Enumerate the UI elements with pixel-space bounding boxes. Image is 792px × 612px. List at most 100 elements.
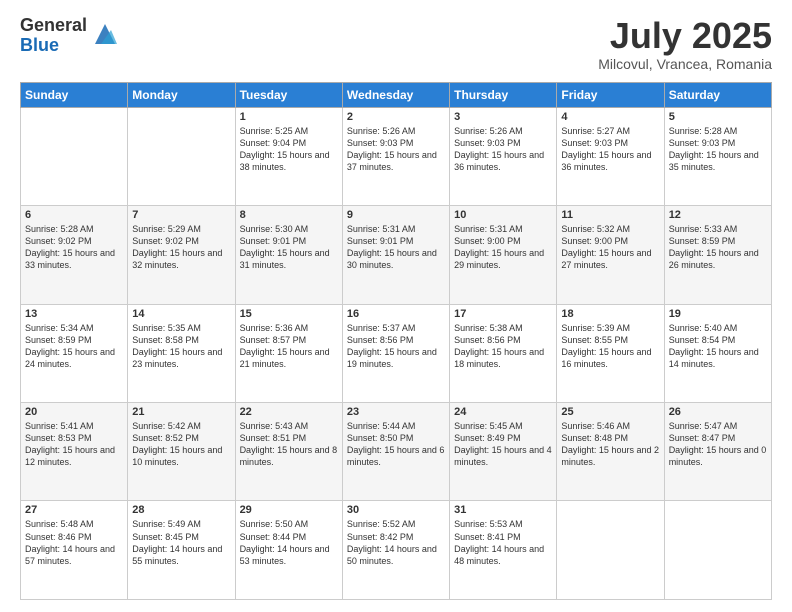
- day-number: 3: [454, 111, 552, 123]
- day-number: 21: [132, 406, 230, 418]
- page: General Blue July 2025 Milcovul, Vrancea…: [0, 0, 792, 612]
- day-number: 24: [454, 406, 552, 418]
- day-info: Sunrise: 5:48 AM Sunset: 8:46 PM Dayligh…: [25, 518, 123, 567]
- day-info: Sunrise: 5:27 AM Sunset: 9:03 PM Dayligh…: [561, 125, 659, 174]
- day-number: 26: [669, 406, 767, 418]
- day-info: Sunrise: 5:29 AM Sunset: 9:02 PM Dayligh…: [132, 223, 230, 272]
- day-number: 5: [669, 111, 767, 123]
- day-info: Sunrise: 5:25 AM Sunset: 9:04 PM Dayligh…: [240, 125, 338, 174]
- col-monday: Monday: [128, 82, 235, 107]
- logo-general: General: [20, 16, 87, 36]
- table-row: 3 Sunrise: 5:26 AM Sunset: 9:03 PM Daylig…: [450, 107, 557, 205]
- table-row: 24 Sunrise: 5:45 AM Sunset: 8:49 PM Dayli…: [450, 403, 557, 501]
- day-info: Sunrise: 5:28 AM Sunset: 9:03 PM Dayligh…: [669, 125, 767, 174]
- calendar-week-row: 13Sunrise: 5:34 AM Sunset: 8:59 PM Dayli…: [21, 304, 772, 402]
- day-info: Sunrise: 5:43 AM Sunset: 8:51 PM Dayligh…: [240, 420, 338, 469]
- day-number: 7: [132, 209, 230, 221]
- table-row: [557, 501, 664, 600]
- table-row: 9 Sunrise: 5:31 AM Sunset: 9:01 PM Daylig…: [342, 206, 449, 304]
- day-info: Sunrise: 5:30 AM Sunset: 9:01 PM Dayligh…: [240, 223, 338, 272]
- day-info: Sunrise: 5:40 AM Sunset: 8:54 PM Dayligh…: [669, 322, 767, 371]
- day-number: 27: [25, 504, 123, 516]
- col-sunday: Sunday: [21, 82, 128, 107]
- table-row: 18 Sunrise: 5:39 AM Sunset: 8:55 PM Dayli…: [557, 304, 664, 402]
- day-info: Sunrise: 5:53 AM Sunset: 8:41 PM Dayligh…: [454, 518, 552, 567]
- table-row: 20 Sunrise: 5:41 AM Sunset: 8:53 PM Dayli…: [21, 403, 128, 501]
- day-number: 9: [347, 209, 445, 221]
- day-info: Sunrise: 5:39 AM Sunset: 8:55 PM Dayligh…: [561, 322, 659, 371]
- col-tuesday: Tuesday: [235, 82, 342, 107]
- day-info: Sunrise: 5:31 AM Sunset: 9:00 PM Dayligh…: [454, 223, 552, 272]
- table-row: 5 Sunrise: 5:28 AM Sunset: 9:03 PM Daylig…: [664, 107, 771, 205]
- table-row: 1Sunrise: 5:25 AM Sunset: 9:04 PM Daylig…: [235, 107, 342, 205]
- table-row: 19Sunrise: 5:40 AM Sunset: 8:54 PM Dayli…: [664, 304, 771, 402]
- day-info: Sunrise: 5:45 AM Sunset: 8:49 PM Dayligh…: [454, 420, 552, 469]
- table-row: 15 Sunrise: 5:36 AM Sunset: 8:57 PM Dayli…: [235, 304, 342, 402]
- day-info: Sunrise: 5:44 AM Sunset: 8:50 PM Dayligh…: [347, 420, 445, 469]
- calendar-week-row: 6 Sunrise: 5:28 AM Sunset: 9:02 PM Daylig…: [21, 206, 772, 304]
- day-number: 29: [240, 504, 338, 516]
- day-info: Sunrise: 5:31 AM Sunset: 9:01 PM Dayligh…: [347, 223, 445, 272]
- table-row: 6 Sunrise: 5:28 AM Sunset: 9:02 PM Daylig…: [21, 206, 128, 304]
- day-info: Sunrise: 5:50 AM Sunset: 8:44 PM Dayligh…: [240, 518, 338, 567]
- day-number: 18: [561, 308, 659, 320]
- day-info: Sunrise: 5:28 AM Sunset: 9:02 PM Dayligh…: [25, 223, 123, 272]
- day-info: Sunrise: 5:26 AM Sunset: 9:03 PM Dayligh…: [454, 125, 552, 174]
- table-row: [664, 501, 771, 600]
- day-info: Sunrise: 5:47 AM Sunset: 8:47 PM Dayligh…: [669, 420, 767, 469]
- table-row: 4Sunrise: 5:27 AM Sunset: 9:03 PM Daylig…: [557, 107, 664, 205]
- table-row: [128, 107, 235, 205]
- day-info: Sunrise: 5:49 AM Sunset: 8:45 PM Dayligh…: [132, 518, 230, 567]
- day-info: Sunrise: 5:33 AM Sunset: 8:59 PM Dayligh…: [669, 223, 767, 272]
- day-info: Sunrise: 5:26 AM Sunset: 9:03 PM Dayligh…: [347, 125, 445, 174]
- table-row: 31Sunrise: 5:53 AM Sunset: 8:41 PM Dayli…: [450, 501, 557, 600]
- table-row: 29 Sunrise: 5:50 AM Sunset: 8:44 PM Dayli…: [235, 501, 342, 600]
- col-thursday: Thursday: [450, 82, 557, 107]
- col-wednesday: Wednesday: [342, 82, 449, 107]
- col-saturday: Saturday: [664, 82, 771, 107]
- table-row: 30 Sunrise: 5:52 AM Sunset: 8:42 PM Dayli…: [342, 501, 449, 600]
- day-info: Sunrise: 5:38 AM Sunset: 8:56 PM Dayligh…: [454, 322, 552, 371]
- table-row: 27 Sunrise: 5:48 AM Sunset: 8:46 PM Dayli…: [21, 501, 128, 600]
- logo: General Blue: [20, 16, 119, 56]
- title-block: July 2025 Milcovul, Vrancea, Romania: [598, 16, 772, 72]
- table-row: 28 Sunrise: 5:49 AM Sunset: 8:45 PM Dayli…: [128, 501, 235, 600]
- calendar-week-row: 20 Sunrise: 5:41 AM Sunset: 8:53 PM Dayli…: [21, 403, 772, 501]
- table-row: 22Sunrise: 5:43 AM Sunset: 8:51 PM Dayli…: [235, 403, 342, 501]
- day-number: 13: [25, 308, 123, 320]
- day-number: 8: [240, 209, 338, 221]
- day-info: Sunrise: 5:35 AM Sunset: 8:58 PM Dayligh…: [132, 322, 230, 371]
- day-number: 2: [347, 111, 445, 123]
- table-row: 13Sunrise: 5:34 AM Sunset: 8:59 PM Dayli…: [21, 304, 128, 402]
- table-row: 25Sunrise: 5:46 AM Sunset: 8:48 PM Dayli…: [557, 403, 664, 501]
- col-friday: Friday: [557, 82, 664, 107]
- day-info: Sunrise: 5:52 AM Sunset: 8:42 PM Dayligh…: [347, 518, 445, 567]
- table-row: 12 Sunrise: 5:33 AM Sunset: 8:59 PM Dayli…: [664, 206, 771, 304]
- day-number: 15: [240, 308, 338, 320]
- day-number: 20: [25, 406, 123, 418]
- calendar-table: Sunday Monday Tuesday Wednesday Thursday…: [20, 82, 772, 600]
- table-row: 7 Sunrise: 5:29 AM Sunset: 9:02 PM Daylig…: [128, 206, 235, 304]
- table-row: 26 Sunrise: 5:47 AM Sunset: 8:47 PM Dayli…: [664, 403, 771, 501]
- day-number: 28: [132, 504, 230, 516]
- day-info: Sunrise: 5:46 AM Sunset: 8:48 PM Dayligh…: [561, 420, 659, 469]
- title-location: Milcovul, Vrancea, Romania: [598, 56, 772, 72]
- day-number: 6: [25, 209, 123, 221]
- day-number: 11: [561, 209, 659, 221]
- day-info: Sunrise: 5:41 AM Sunset: 8:53 PM Dayligh…: [25, 420, 123, 469]
- table-row: 2 Sunrise: 5:26 AM Sunset: 9:03 PM Daylig…: [342, 107, 449, 205]
- day-number: 17: [454, 308, 552, 320]
- table-row: 10Sunrise: 5:31 AM Sunset: 9:00 PM Dayli…: [450, 206, 557, 304]
- day-number: 12: [669, 209, 767, 221]
- calendar-week-row: 27 Sunrise: 5:48 AM Sunset: 8:46 PM Dayli…: [21, 501, 772, 600]
- day-info: Sunrise: 5:42 AM Sunset: 8:52 PM Dayligh…: [132, 420, 230, 469]
- logo-blue: Blue: [20, 36, 87, 56]
- day-info: Sunrise: 5:36 AM Sunset: 8:57 PM Dayligh…: [240, 322, 338, 371]
- header: General Blue July 2025 Milcovul, Vrancea…: [20, 16, 772, 72]
- day-number: 23: [347, 406, 445, 418]
- day-number: 30: [347, 504, 445, 516]
- logo-icon: [91, 20, 119, 48]
- table-row: 11 Sunrise: 5:32 AM Sunset: 9:00 PM Dayli…: [557, 206, 664, 304]
- calendar-week-row: 1Sunrise: 5:25 AM Sunset: 9:04 PM Daylig…: [21, 107, 772, 205]
- day-info: Sunrise: 5:32 AM Sunset: 9:00 PM Dayligh…: [561, 223, 659, 272]
